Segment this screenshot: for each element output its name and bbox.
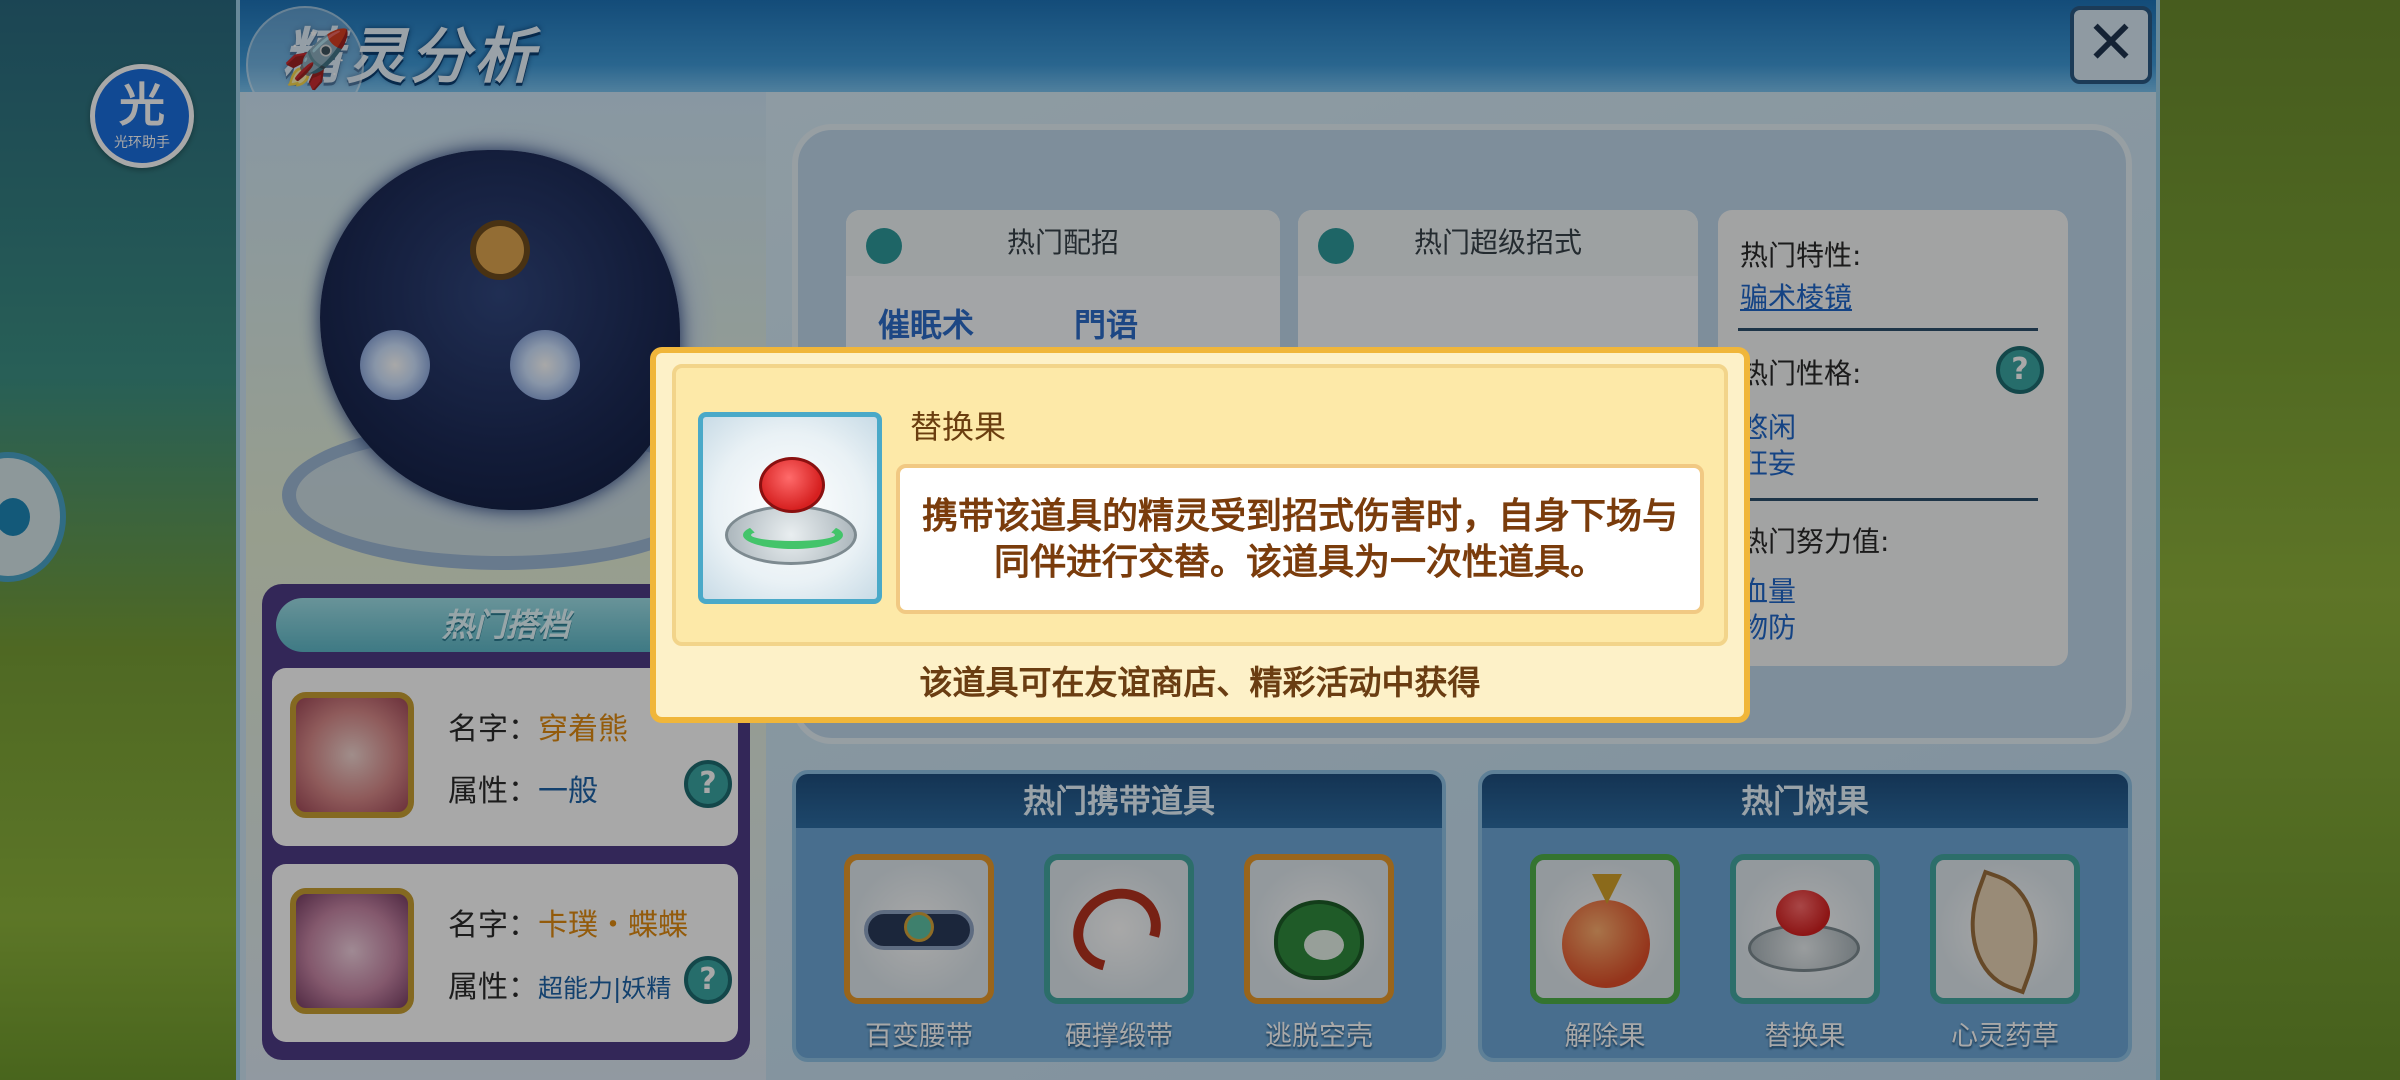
popup-source: 该道具可在友谊商店、精彩活动中获得 — [919, 663, 1481, 702]
switch-button-icon — [698, 412, 882, 604]
popup-description-line: 同伴进行交替。该道具为一次性道具。 — [993, 542, 1606, 583]
popup-description: 携带该道具的精灵受到招式伤害时，自身下场与 同伴进行交替。该道具为一次性道具。 — [896, 464, 1704, 614]
popup-item-name: 替换果 — [910, 408, 1007, 446]
popup-description-line: 携带该道具的精灵受到招式伤害时，自身下场与 — [921, 496, 1678, 537]
